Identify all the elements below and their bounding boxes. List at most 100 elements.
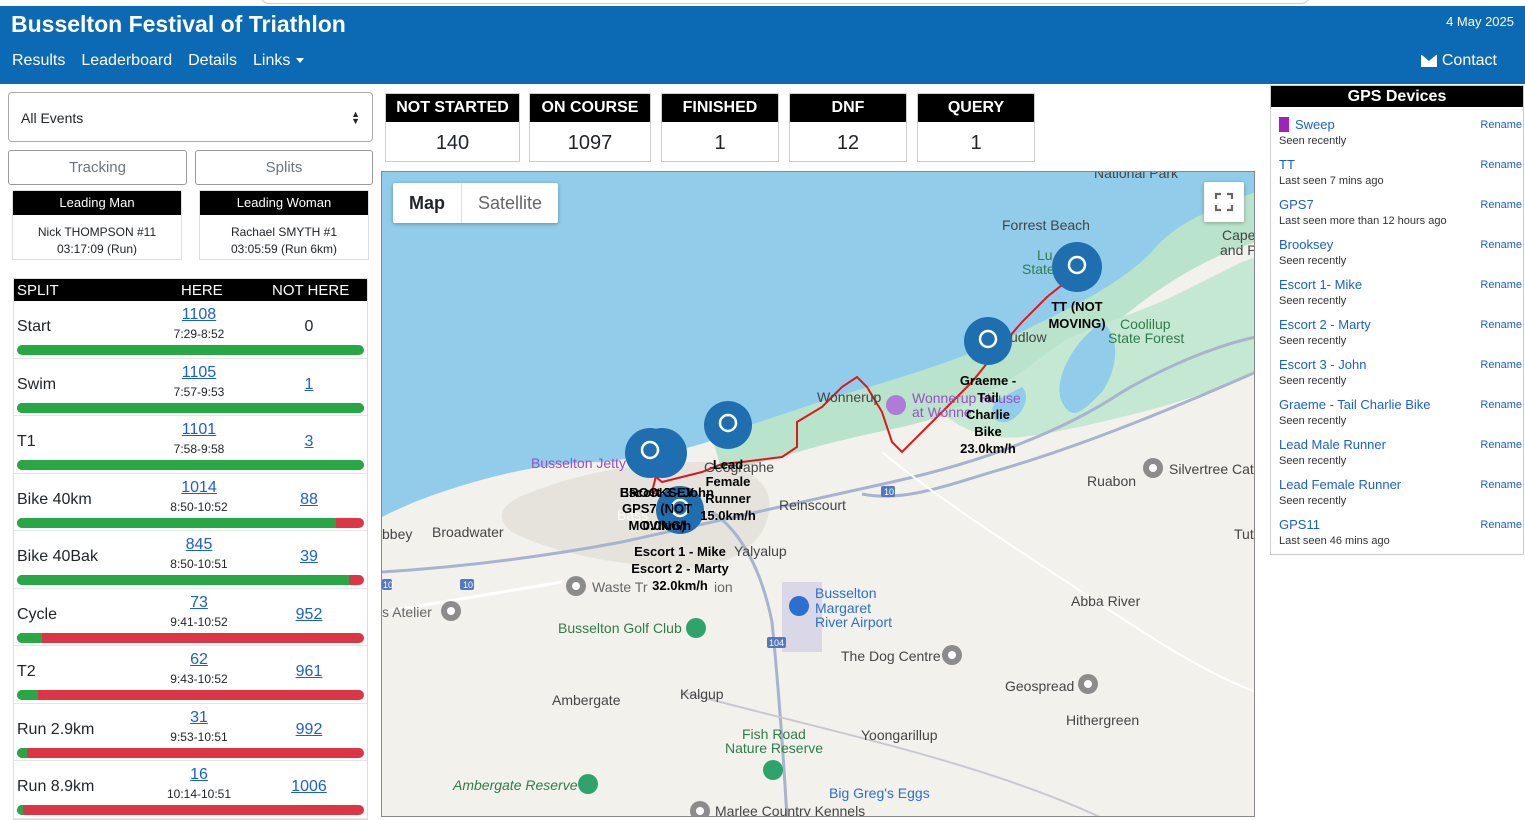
gps-device-seen: Last seen more than 12 hours ago — [1279, 215, 1447, 227]
gps-device-name[interactable]: Escort 1- Mike — [1279, 277, 1362, 292]
lead-female-marker[interactable] — [704, 401, 752, 449]
stat-value: 1 — [970, 132, 982, 154]
lead-female-label-1: Lead — [713, 457, 743, 472]
site-title[interactable]: Busselton Festival of Triathlon — [11, 11, 346, 38]
rename-link[interactable]: Rename — [1480, 479, 1522, 491]
stat-label: ON COURSE — [530, 94, 650, 122]
gps-device-name[interactable]: TT — [1279, 157, 1295, 172]
split-not-here-link[interactable]: 1006 — [274, 778, 344, 796]
stat-on-course: ON COURSE 1097 — [529, 93, 651, 162]
nav-details[interactable]: Details — [188, 52, 237, 70]
rename-link[interactable]: Rename — [1480, 519, 1522, 531]
nav-leaderboard[interactable]: Leaderboard — [81, 52, 172, 70]
split-row: Run 8.9km 16 10:14-10:51 1006 — [14, 761, 367, 819]
gps-devices-panel: GPS Devices Sweep Seen recently Rename TT La… — [1270, 85, 1524, 555]
address-pill — [260, 0, 1310, 4]
tracking-map[interactable]: National Park Forrest Beach Capel H and … — [381, 171, 1255, 817]
split-here-link[interactable]: 1101 — [169, 421, 229, 439]
gps-device-item: GPS11 Last seen 46 mins ago Rename — [1271, 507, 1523, 547]
split-not-here-link[interactable]: 992 — [274, 721, 344, 739]
poi-pin-dot — [1149, 464, 1157, 472]
cluster-marker[interactable] — [625, 428, 675, 478]
contact-label: Contact — [1441, 52, 1497, 69]
contact-link[interactable]: Contact — [1420, 52, 1497, 70]
nav-links: Results Leaderboard Details Links — [12, 52, 305, 70]
split-here-link[interactable]: 845 — [169, 536, 229, 554]
nav-results[interactable]: Results — [12, 52, 65, 70]
stat-label: DNF — [790, 94, 906, 122]
nav-links-dropdown[interactable]: Links — [253, 52, 305, 70]
cluster-label-2: Escort 3 - John — [620, 485, 714, 500]
rename-link[interactable]: Rename — [1480, 319, 1522, 331]
fullscreen-button[interactable] — [1204, 182, 1244, 222]
gps-device-name[interactable]: GPS11 — [1279, 517, 1320, 532]
split-not-here-link: 0 — [304, 318, 314, 335]
split-progress-bar — [17, 632, 364, 643]
map-type-satellite[interactable]: Satellite — [462, 183, 558, 223]
label-silvertree: Silvertree Cat — [1169, 461, 1254, 477]
label-udlow: udlow — [1010, 329, 1047, 345]
rename-link[interactable]: Rename — [1480, 119, 1522, 131]
gps-device-name[interactable]: Sweep — [1279, 117, 1335, 132]
rename-link[interactable]: Rename — [1480, 159, 1522, 171]
gps-device-name[interactable]: Brooksey — [1279, 237, 1333, 252]
rename-link[interactable]: Rename — [1480, 359, 1522, 371]
graeme-marker[interactable] — [964, 317, 1012, 365]
stat-value: 140 — [435, 132, 470, 154]
map-type-control: Map Satellite — [393, 183, 559, 223]
rename-link[interactable]: Rename — [1480, 199, 1522, 211]
split-row: Swim 1105 7:57-9:53 1 — [14, 359, 367, 416]
label-dog: The Dog Centre — [841, 648, 941, 664]
label-abbey: bbey — [382, 526, 412, 542]
gps-device-seen: Seen recently — [1279, 495, 1347, 507]
device-color-swatch — [1279, 117, 1289, 132]
map-type-map[interactable]: Map — [393, 183, 462, 223]
split-here-link[interactable]: 31 — [169, 709, 229, 727]
split-here-link[interactable]: 16 — [169, 766, 229, 784]
split-not-here-link[interactable]: 88 — [274, 491, 344, 509]
rename-link[interactable]: Rename — [1480, 439, 1522, 451]
rename-link[interactable]: Rename — [1480, 279, 1522, 291]
gps-device-name[interactable]: Escort 2 - Marty — [1279, 317, 1371, 332]
tt-marker[interactable] — [1052, 242, 1102, 292]
split-row: Bike 40Bak 845 8:50-10:51 39 — [14, 531, 367, 589]
split-name: Start — [17, 318, 51, 335]
envelope-icon — [1420, 55, 1437, 67]
split-here-link[interactable]: 62 — [169, 651, 229, 669]
split-not-here-link[interactable]: 3 — [274, 433, 344, 451]
split-here-link[interactable]: 1108 — [169, 306, 229, 324]
map-canvas[interactable]: National Park Forrest Beach Capel H and … — [382, 172, 1255, 817]
gps-device-name[interactable]: Graeme - Tail Charlie Bike — [1279, 397, 1430, 412]
gps-device-name[interactable]: Lead Male Runner — [1279, 437, 1386, 452]
split-not-here-link[interactable]: 1 — [274, 376, 344, 394]
label-busselton-airport: Busselton — [815, 585, 876, 601]
gps-device-seen: Seen recently — [1279, 415, 1347, 427]
gps-device-name[interactable]: GPS7 — [1279, 197, 1314, 212]
gps-device-label: GPS7 — [1279, 197, 1314, 212]
rename-link[interactable]: Rename — [1480, 239, 1522, 251]
gps-device-name[interactable]: Lead Female Runner — [1279, 477, 1401, 492]
split-not-here-link[interactable]: 952 — [274, 606, 344, 624]
gps-device-label: Lead Female Runner — [1279, 477, 1402, 492]
event-select[interactable]: All Events ▲ ▼ — [8, 92, 373, 142]
gps-device-item: Escort 3 - John Seen recently Rename — [1271, 347, 1523, 387]
split-here-link[interactable]: 73 — [169, 594, 229, 612]
cluster-label-5: 0.0km/h — [643, 518, 691, 533]
split-time-range: 8:50-10:51 — [170, 557, 228, 571]
splits-button[interactable]: Splits — [195, 150, 373, 185]
rename-link[interactable]: Rename — [1480, 399, 1522, 411]
tracking-button[interactable]: Tracking — [8, 150, 187, 185]
label-state: State — [1022, 261, 1055, 277]
split-not-here-link[interactable]: 39 — [274, 548, 344, 566]
split-here-link[interactable]: 1105 — [169, 364, 229, 382]
split-progress-fill — [17, 345, 364, 355]
split-here-link[interactable]: 1014 — [169, 479, 229, 497]
split-not-here-link[interactable]: 961 — [274, 663, 344, 681]
stat-label: QUERY — [918, 94, 1034, 122]
label-broadwater: Broadwater — [432, 524, 504, 540]
label-tut: Tut — [1234, 526, 1254, 542]
leading-woman-title: Leading Woman — [200, 191, 368, 215]
split-time-range: 7:58-9:58 — [173, 442, 225, 456]
road-shield-label: 104 — [769, 638, 784, 648]
gps-device-name[interactable]: Escort 3 - John — [1279, 357, 1366, 372]
